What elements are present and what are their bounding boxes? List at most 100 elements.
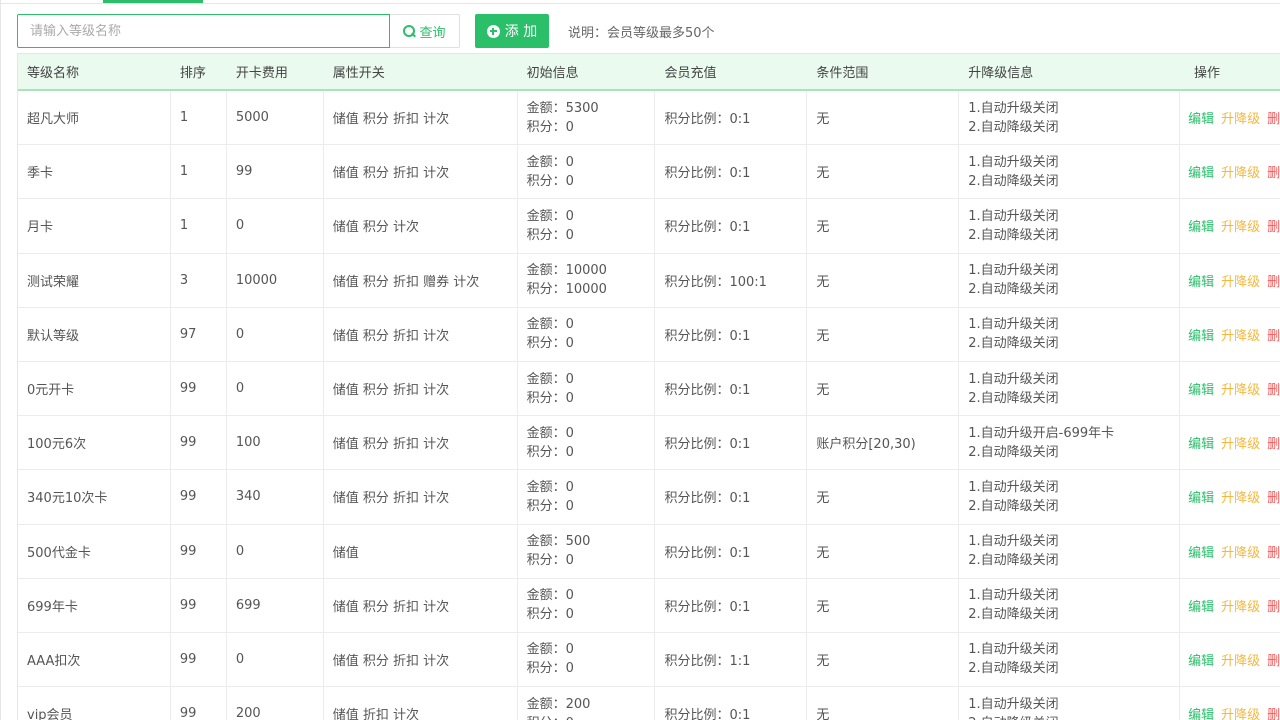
cell-name: 340元10次卡 (18, 470, 171, 524)
delete-link[interactable]: 删除 (1267, 433, 1280, 452)
cell-ops: 编辑 升降级 删除 (1180, 579, 1280, 632)
level-change-link[interactable]: 升降级 (1221, 325, 1260, 344)
init-amount: 金额：10000 (526, 263, 607, 279)
delete-link[interactable]: 删除 (1267, 542, 1280, 561)
edit-link[interactable]: 编辑 (1188, 704, 1214, 720)
edit-link[interactable]: 编辑 (1188, 379, 1214, 398)
cell-fee: 340 (227, 470, 324, 524)
plus-circle-icon (486, 24, 500, 38)
cell-ops: 编辑 升降级 删除 (1180, 687, 1280, 720)
init-amount: 金额：0 (526, 642, 574, 658)
delete-link[interactable]: 删除 (1267, 216, 1280, 235)
cell-ops: 编辑 升降级 删除 (1180, 91, 1280, 144)
cell-condition: 无 (807, 524, 960, 578)
init-amount: 金额：0 (526, 208, 574, 224)
cell-name: 季卡 (18, 145, 171, 199)
add-button[interactable]: 添 加 (475, 14, 549, 48)
upgrade-info: 1.自动升级关闭 (968, 154, 1059, 170)
init-amount: 金额：500 (526, 534, 591, 550)
cell-init: 金额：0 积分：0 (518, 470, 656, 524)
edit-link[interactable]: 编辑 (1188, 325, 1214, 344)
edit-link[interactable]: 编辑 (1188, 216, 1214, 235)
level-change-link[interactable]: 升降级 (1221, 487, 1260, 506)
cell-condition: 无 (807, 307, 960, 361)
cell-ops: 编辑 升降级 删除 (1180, 470, 1280, 523)
edit-link[interactable]: 编辑 (1188, 271, 1214, 290)
cell-condition: 无 (807, 578, 960, 632)
query-button[interactable]: 查询 (390, 14, 460, 48)
delete-link[interactable]: 删除 (1267, 379, 1280, 398)
upgrade-info: 1.自动升级关闭 (968, 642, 1059, 658)
level-change-link[interactable]: 升降级 (1221, 271, 1260, 290)
cell-ops: 编辑 升降级 删除 (1180, 525, 1280, 578)
delete-link[interactable]: 删除 (1267, 271, 1280, 290)
cell-recharge: 积分比例：0:1 (655, 307, 808, 361)
delete-link[interactable]: 删除 (1267, 650, 1280, 669)
edit-link[interactable]: 编辑 (1188, 162, 1214, 181)
edit-link[interactable]: 编辑 (1188, 487, 1214, 506)
cell-fee: 0 (227, 524, 324, 578)
cell-attrs: 储值 积分 折扣 计次 (324, 361, 518, 416)
cell-name: 0元开卡 (18, 361, 171, 416)
downgrade-info: 2.自动降级关闭 (968, 390, 1059, 406)
cell-upgrade: 1.自动升级关闭 2.自动降级关闭 (959, 307, 1181, 361)
delete-link[interactable]: 删除 (1267, 325, 1280, 344)
level-change-link[interactable]: 升降级 (1221, 216, 1260, 235)
upgrade-info: 1.自动升级关闭 (968, 100, 1059, 116)
limit-note: 说明：会员等级最多50个 (568, 25, 715, 41)
delete-link[interactable]: 删除 (1267, 487, 1280, 506)
delete-link[interactable]: 删除 (1267, 704, 1280, 720)
edit-link[interactable]: 编辑 (1188, 596, 1214, 615)
cell-name: 699年卡 (18, 578, 171, 632)
init-amount: 金额：0 (526, 154, 574, 170)
cell-condition: 无 (807, 687, 960, 720)
col-header-fee: 开卡费用 (235, 66, 288, 81)
search-input[interactable] (17, 14, 390, 48)
cell-fee: 0 (227, 307, 324, 361)
init-points: 积分：0 (527, 714, 574, 720)
cell-upgrade: 1.自动升级关闭 2.自动降级关闭 (959, 253, 1181, 307)
level-change-link[interactable]: 升降级 (1221, 542, 1260, 561)
cell-condition: 无 (807, 145, 960, 199)
cell-ops: 编辑 升降级 删除 (1180, 199, 1280, 252)
level-change-link[interactable]: 升降级 (1221, 108, 1260, 127)
table-row: vip会员 99 200 储值 折扣 计次 金额：200 积分：0 积分比例：0… (18, 687, 1280, 720)
init-points: 积分：0 (526, 498, 574, 514)
edit-link[interactable]: 编辑 (1188, 108, 1214, 127)
level-change-link[interactable]: 升降级 (1221, 596, 1260, 615)
cell-attrs: 储值 (324, 524, 518, 578)
cell-attrs: 储值 积分 折扣 计次 (324, 578, 518, 632)
downgrade-info: 2.自动降级关闭 (968, 553, 1059, 569)
cell-sort: 99 (171, 416, 227, 470)
edit-link[interactable]: 编辑 (1188, 542, 1214, 561)
col-header-condition: 条件范围 (816, 66, 869, 81)
cell-init: 金额：0 积分：0 (518, 416, 656, 470)
table-row: 500代金卡 99 0 储值 金额：500 积分：0 积分比例：0:1 无 1.… (18, 524, 1280, 579)
cell-sort: 97 (171, 307, 227, 361)
cell-fee: 100 (227, 416, 324, 470)
toolbar: 查询 添 加 说明：会员等级最多50个 (17, 14, 715, 48)
cell-sort: 99 (171, 687, 227, 720)
table-row: 默认等级 97 0 储值 积分 折扣 计次 金额：0 积分：0 积分比例：0:1… (18, 307, 1280, 362)
delete-link[interactable]: 删除 (1267, 162, 1280, 181)
level-change-link[interactable]: 升降级 (1221, 379, 1260, 398)
upgrade-info: 1.自动升级关闭 (968, 696, 1059, 712)
cell-init: 金额：200 积分：0 (518, 687, 656, 720)
level-change-link[interactable]: 升降级 (1221, 162, 1260, 181)
col-header-init: 初始信息 (526, 66, 579, 81)
cell-fee: 0 (227, 199, 324, 253)
init-points: 积分：0 (526, 390, 574, 406)
edit-link[interactable]: 编辑 (1188, 650, 1214, 669)
upgrade-info: 1.自动升级关闭 (968, 263, 1059, 279)
edit-link[interactable]: 编辑 (1188, 433, 1214, 452)
level-change-link[interactable]: 升降级 (1221, 650, 1260, 669)
delete-link[interactable]: 删除 (1267, 108, 1280, 127)
cell-ops: 编辑 升降级 删除 (1180, 308, 1280, 361)
cell-upgrade: 1.自动升级关闭 2.自动降级关闭 (959, 91, 1181, 145)
level-change-link[interactable]: 升降级 (1221, 433, 1260, 452)
level-change-link[interactable]: 升降级 (1221, 704, 1260, 720)
downgrade-info: 2.自动降级关闭 (968, 227, 1059, 243)
init-amount: 金额：0 (526, 588, 574, 604)
upgrade-info: 1.自动升级关闭 (968, 479, 1059, 495)
delete-link[interactable]: 删除 (1267, 596, 1280, 615)
